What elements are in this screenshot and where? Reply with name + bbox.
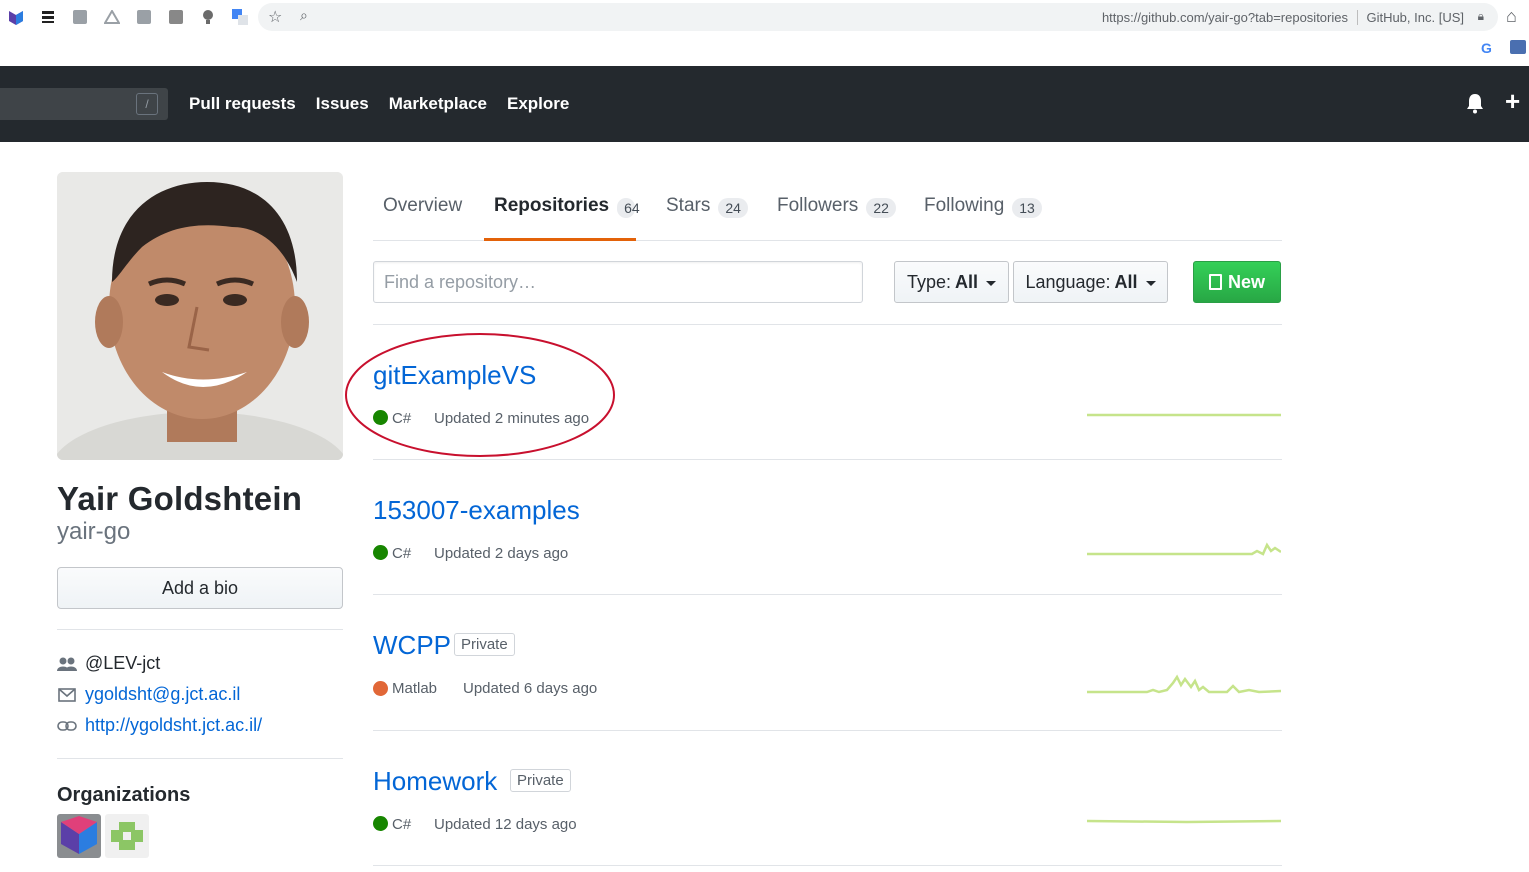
header-search-input[interactable]: / <box>0 88 168 120</box>
type-filter-value: All <box>955 271 979 292</box>
certificate-label: GitHub, Inc. [US] <box>1357 10 1464 25</box>
google-icon[interactable]: G <box>1481 40 1492 56</box>
extension-icon[interactable] <box>32 6 64 28</box>
chevron-down-icon <box>986 280 997 286</box>
activity-sparkline <box>1087 542 1281 556</box>
tab-label: Followers <box>777 195 859 216</box>
activity-sparkline <box>1087 413 1281 417</box>
mail-icon <box>57 687 77 703</box>
extension-icons <box>0 6 256 28</box>
language-color-dot <box>373 545 388 560</box>
extension-icon[interactable] <box>64 6 96 28</box>
repo-list-divider <box>373 865 1282 866</box>
sidebar-divider <box>57 758 343 759</box>
mail-icon[interactable] <box>1510 40 1526 54</box>
tab-label: Repositories <box>494 195 610 216</box>
lock-icon[interactable]: 🔒︎ <box>1478 9 1484 24</box>
translate-icon[interactable] <box>224 6 256 28</box>
zoom-icon[interactable]: ⌕ <box>300 7 308 24</box>
search-shortcut-key: / <box>136 93 158 115</box>
repo-name-link[interactable]: Homework <box>373 766 497 797</box>
profile-email-row: ygoldsht@g.jct.ac.il <box>57 684 240 705</box>
profile-email-link[interactable]: ygoldsht@g.jct.ac.il <box>85 684 240 705</box>
add-bio-button[interactable]: Add a bio <box>57 567 343 609</box>
tab-following[interactable]: Following 13 <box>914 182 1052 241</box>
nav-pull-requests[interactable]: Pull requests <box>189 94 296 114</box>
url-text[interactable]: https://github.com/yair-go?tab=repositor… <box>1102 10 1348 25</box>
browser-toolbar: ☆ ⌕ https://github.com/yair-go?tab=repos… <box>0 0 1529 66</box>
avatar[interactable] <box>57 172 343 460</box>
tab-counter: 22 <box>866 198 896 218</box>
tab-label: Following <box>924 195 1005 216</box>
activity-sparkline <box>1087 819 1281 824</box>
new-repository-button[interactable]: New <box>1193 261 1281 303</box>
tab-counter: 13 <box>1012 198 1042 218</box>
home-icon[interactable]: ⌂ <box>1506 6 1517 27</box>
tab-counter: 24 <box>718 198 748 218</box>
language-filter-select[interactable]: Language: All <box>1013 261 1168 303</box>
profile-full-name: Yair Goldshtein <box>57 480 303 517</box>
profile-website-link[interactable]: http://ygoldsht.jct.ac.il/ <box>85 715 262 736</box>
repo-name-link[interactable]: WCPP <box>373 630 451 661</box>
type-filter-select[interactable]: Type: All <box>894 261 1009 303</box>
extension-icon[interactable] <box>192 6 224 28</box>
address-bar[interactable]: ☆ ⌕ https://github.com/yair-go?tab=repos… <box>258 3 1498 31</box>
private-badge: Private <box>510 769 571 792</box>
notifications-bell-icon[interactable] <box>1464 92 1486 114</box>
chevron-down-icon <box>1145 280 1156 286</box>
repo-updated: Updated 2 days ago <box>434 545 569 562</box>
language-filter-value: All <box>1114 271 1138 292</box>
extension-icon[interactable] <box>128 6 160 28</box>
tab-repositories[interactable]: Repositories 64 <box>484 182 640 241</box>
profile-organization-row: @LEV-jct <box>57 653 160 674</box>
tab-counter: 64 <box>617 198 640 218</box>
tab-label: Stars <box>666 195 711 216</box>
repo-updated: Updated 12 days ago <box>434 816 577 833</box>
github-header: / Pull requests Issues Marketplace Explo… <box>0 66 1529 142</box>
repo-list-divider <box>373 459 1282 460</box>
language-color-dot <box>373 681 388 696</box>
organizations-heading: Organizations <box>57 784 191 806</box>
tab-label: Overview <box>383 195 463 216</box>
repo-language: C# <box>392 816 412 833</box>
organization-avatar[interactable] <box>57 814 101 858</box>
nav-marketplace[interactable]: Marketplace <box>389 94 487 114</box>
language-color-dot <box>373 816 388 831</box>
header-nav: Pull requests Issues Marketplace Explore <box>189 94 569 114</box>
highlight-annotation-ellipse <box>345 333 615 457</box>
repo-book-icon <box>1208 274 1222 290</box>
profile-org-handle: @LEV-jct <box>85 653 161 673</box>
extension-icon[interactable] <box>96 6 128 28</box>
link-icon <box>57 718 77 734</box>
profile-username: yair-go <box>57 518 131 545</box>
create-new-plus-icon[interactable]: + <box>1505 88 1520 114</box>
organization-avatar[interactable] <box>105 814 149 858</box>
nav-explore[interactable]: Explore <box>507 94 569 114</box>
repo-language: Matlab <box>392 680 438 697</box>
profile-website-row: http://ygoldsht.jct.ac.il/ <box>57 715 262 736</box>
extension-icon[interactable] <box>0 6 32 28</box>
language-filter-label: Language: <box>1025 271 1111 292</box>
tab-followers[interactable]: Followers 22 <box>767 182 906 241</box>
repo-name-link[interactable]: 153007-examples <box>373 495 580 526</box>
type-filter-label: Type: <box>906 271 951 292</box>
activity-sparkline <box>1087 674 1281 694</box>
find-repository-input[interactable] <box>373 261 863 303</box>
private-badge: Private <box>454 633 515 656</box>
people-icon <box>57 656 77 672</box>
tab-stars[interactable]: Stars 24 <box>656 182 758 241</box>
extension-icon[interactable] <box>160 6 192 28</box>
repo-list-divider <box>373 594 1282 595</box>
repo-list-divider <box>373 324 1282 325</box>
repo-list-divider <box>373 730 1282 731</box>
repo-updated: Updated 6 days ago <box>463 680 598 697</box>
bookmark-star-icon[interactable]: ☆ <box>268 7 282 27</box>
new-button-label: New <box>1227 271 1265 292</box>
repo-language: C# <box>392 545 412 562</box>
tab-overview[interactable]: Overview <box>373 182 472 241</box>
nav-issues[interactable]: Issues <box>316 94 369 114</box>
sidebar-divider <box>57 629 343 630</box>
profile-tabs: Overview Repositories 64 Stars 24 Follow… <box>373 182 1282 241</box>
